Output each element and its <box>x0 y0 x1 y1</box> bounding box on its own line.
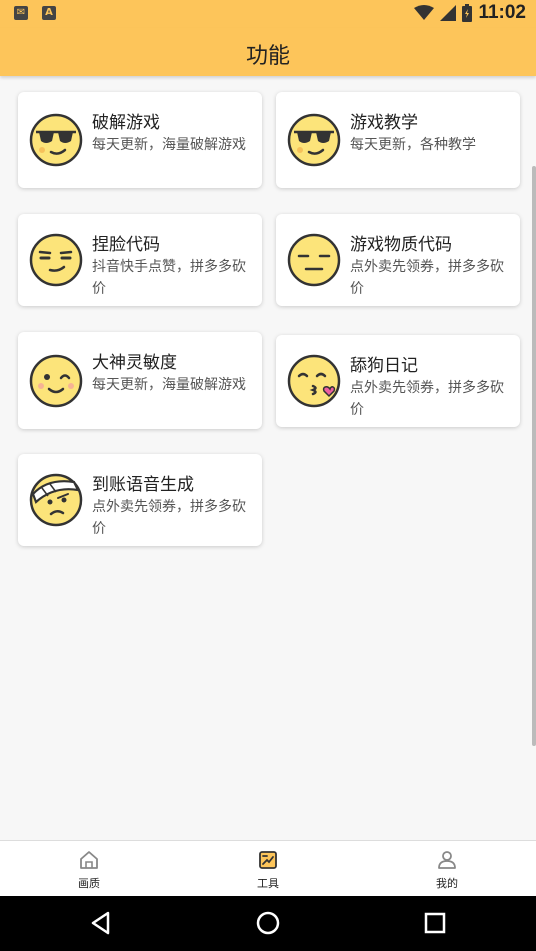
card-desc: 每天更新，海量破解游戏 <box>92 377 246 393</box>
a-icon: A <box>42 6 56 20</box>
card-game-tutorial[interactable]: 游戏教学 每天更新，各种教学 <box>276 92 520 188</box>
nav-label: 工具 <box>257 877 279 890</box>
battery-icon <box>462 4 473 22</box>
smirk-face-icon <box>29 233 83 287</box>
nav-tab-quality[interactable]: 画质 <box>0 841 178 897</box>
tools-icon <box>259 851 277 869</box>
card-face-code[interactable]: 捏脸代码 抖音快手点赞，拼多多砍价 <box>18 214 262 306</box>
neutral-face-icon <box>287 233 341 287</box>
card-title: 到账语音生成 <box>92 475 194 495</box>
sunglasses-face-icon <box>29 113 83 167</box>
card-game-material-code[interactable]: 游戏物质代码 点外卖先领券，拼多多砍价 <box>276 214 520 306</box>
home-circle-icon[interactable] <box>253 908 283 938</box>
system-nav-bar <box>0 896 536 951</box>
bottom-nav: 画质 工具 我的 <box>0 840 536 896</box>
nav-tab-mine[interactable]: 我的 <box>358 841 536 897</box>
card-desc: 抖音快手点赞，拼多多砍价 <box>92 259 246 297</box>
card-desc: 每天更新，海量破解游戏 <box>92 137 246 153</box>
status-time: 11:02 <box>478 2 526 23</box>
card-title: 游戏教学 <box>350 113 418 133</box>
user-icon <box>438 851 456 869</box>
card-crack-games[interactable]: 破解游戏 每天更新，海量破解游戏 <box>18 92 262 188</box>
page-title: 功能 <box>245 44 290 69</box>
card-desc: 点外卖先领券，拼多多砍价 <box>350 259 504 297</box>
card-desc: 点外卖先领券，拼多多砍价 <box>92 499 246 537</box>
sunglasses-face-icon <box>287 113 341 167</box>
mail-icon: ✉ <box>14 6 28 20</box>
nav-label: 画质 <box>78 877 100 890</box>
wifi-icon <box>414 5 435 20</box>
recents-icon[interactable] <box>420 908 450 938</box>
card-voice-generator[interactable]: 到账语音生成 点外卖先领券，拼多多砍价 <box>18 454 262 546</box>
card-desc: 每天更新，各种教学 <box>350 137 476 153</box>
nav-label: 我的 <box>436 877 458 890</box>
wink-face-icon <box>29 354 83 407</box>
nav-tab-tools[interactable]: 工具 <box>179 841 357 897</box>
signal-icon <box>440 5 457 21</box>
card-title: 破解游戏 <box>92 113 160 133</box>
feature-grid: 破解游戏 每天更新，海量破解游戏 游戏教学 每天更新，各种教学 捏脸代码 抖音快… <box>0 76 536 840</box>
card-title: 舔狗日记 <box>350 356 418 376</box>
card-title: 游戏物质代码 <box>350 235 452 255</box>
card-desc: 点外卖先领券，拼多多砍价 <box>350 380 504 418</box>
card-simp-diary[interactable]: 舔狗日记 点外卖先领券，拼多多砍价 <box>276 335 520 427</box>
card-title: 大神灵敏度 <box>92 353 177 373</box>
card-title: 捏脸代码 <box>92 235 160 255</box>
scrollbar[interactable] <box>532 166 536 746</box>
kiss-face-icon <box>287 354 341 408</box>
back-icon[interactable] <box>86 908 116 938</box>
card-sensitivity[interactable]: 大神灵敏度 每天更新，海量破解游戏 <box>18 332 262 429</box>
home-icon <box>80 851 98 869</box>
status-bar: ✉ A 11:02 <box>0 0 536 28</box>
app-bar: 功能 <box>0 28 536 76</box>
bandage-face-icon <box>29 473 83 527</box>
